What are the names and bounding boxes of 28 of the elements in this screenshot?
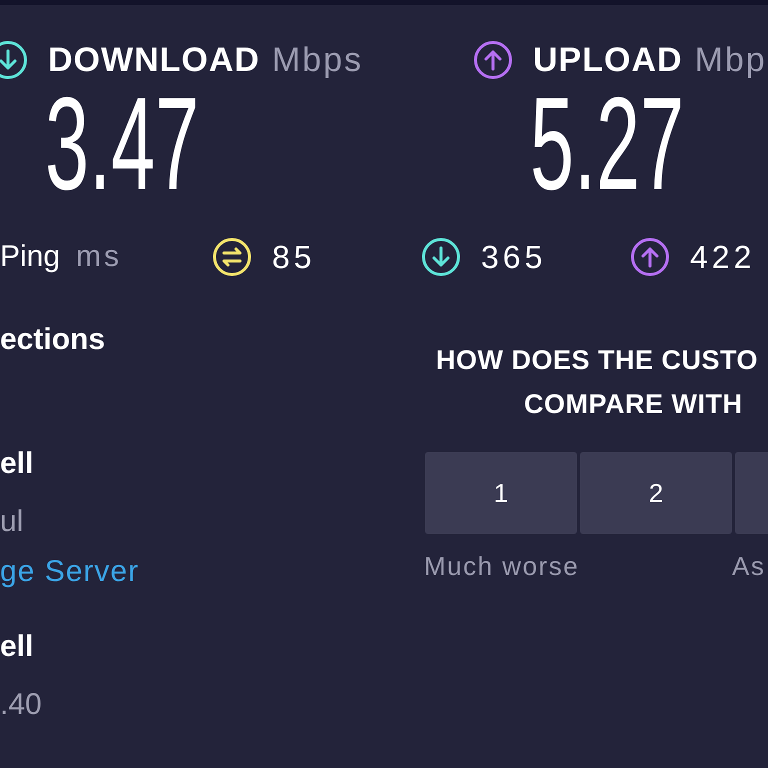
- arrow-up-circle-icon: [473, 40, 513, 80]
- arrow-down-circle-icon: [421, 237, 461, 277]
- connection-name: ell: [0, 446, 34, 482]
- unit-label: Mbps: [272, 40, 364, 80]
- section-title: ections: [0, 322, 106, 358]
- rating-button[interactable]: 2: [580, 452, 732, 534]
- rating-button[interactable]: [735, 452, 768, 534]
- exchange-arrows-icon: [212, 237, 252, 277]
- speed-value: 5.27: [530, 78, 684, 210]
- scale-label: Much worse: [424, 551, 580, 581]
- rating-button[interactable]: 1: [425, 452, 577, 534]
- scale-label: As: [732, 551, 766, 581]
- connection-detail: ul: [0, 504, 24, 540]
- survey-question: COMPARE WITH: [524, 388, 742, 421]
- arrow-up-circle-icon: [630, 237, 670, 277]
- connection-name: ell: [0, 629, 34, 665]
- connection-detail: .40: [0, 687, 42, 723]
- unit-label: ms: [76, 240, 122, 274]
- latency-value: 422: [690, 238, 756, 276]
- latency-value: 365: [481, 238, 546, 276]
- result-label: DOWNLOAD: [48, 40, 260, 80]
- ping-label: Ping: [0, 240, 60, 274]
- server-link[interactable]: ge Server: [0, 554, 140, 590]
- unit-label: Mbp: [694, 40, 767, 80]
- result-label: UPLOAD: [533, 40, 683, 80]
- survey-question: HOW DOES THE CUSTO: [436, 344, 758, 377]
- speed-value: 3.47: [45, 78, 200, 210]
- latency-value: 85: [272, 238, 316, 276]
